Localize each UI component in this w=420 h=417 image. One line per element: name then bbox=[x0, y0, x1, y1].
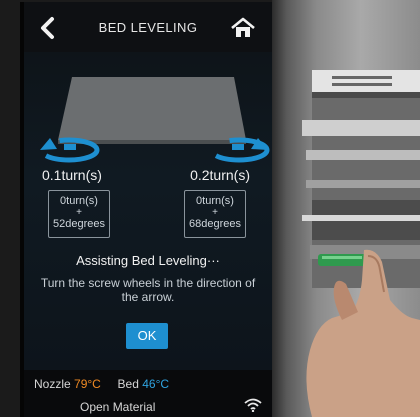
status-bar: Nozzle 79°C Bed 46°C Open Material bbox=[24, 370, 272, 417]
printer-lcd-panel: BED LEVELING 0.1turn(s) 0.2turn(s) 0turn… bbox=[20, 2, 272, 417]
right-box-plus: + bbox=[212, 207, 218, 218]
assist-status-text: Assisting Bed Leveling··· bbox=[76, 253, 220, 268]
home-icon[interactable] bbox=[230, 16, 256, 40]
printer-interior-photo bbox=[272, 0, 420, 417]
right-adjust-box: 0turn(s) + 68degrees bbox=[184, 190, 246, 238]
instruction-text: Turn the screw wheels in the direction o… bbox=[40, 276, 256, 304]
bed-temp: 46°C bbox=[142, 377, 170, 391]
temperature-readout: Nozzle 79°C Bed 46°C bbox=[34, 377, 169, 391]
left-box-turns: 0turn(s) bbox=[60, 195, 98, 207]
leveling-content: 0.1turn(s) 0.2turn(s) 0turn(s) + 52degre… bbox=[24, 52, 272, 370]
wifi-icon bbox=[244, 398, 262, 412]
page-title: BED LEVELING bbox=[98, 19, 198, 35]
back-arrow-icon[interactable] bbox=[36, 16, 62, 40]
right-turns-label: 0.2turn(s) bbox=[190, 167, 250, 183]
open-material-button[interactable]: Open Material bbox=[80, 400, 155, 414]
bed-label: Bed bbox=[117, 377, 139, 391]
right-box-degrees: 68degrees bbox=[189, 218, 241, 230]
nozzle-temp: 79°C bbox=[74, 377, 101, 391]
right-box-turns: 0turn(s) bbox=[196, 195, 234, 207]
printer-interior-illustration bbox=[302, 70, 420, 417]
header-bar: BED LEVELING bbox=[24, 2, 272, 52]
ok-button[interactable]: OK bbox=[126, 323, 168, 349]
left-adjust-box: 0turn(s) + 52degrees bbox=[48, 190, 110, 238]
nozzle-label: Nozzle bbox=[34, 377, 71, 391]
left-box-degrees: 52degrees bbox=[53, 218, 105, 230]
rotate-left-arrow-icon bbox=[38, 137, 100, 163]
bed-plate bbox=[58, 77, 246, 140]
left-box-plus: + bbox=[76, 207, 82, 218]
left-turns-label: 0.1turn(s) bbox=[42, 167, 102, 183]
bed-illustration bbox=[38, 77, 270, 163]
